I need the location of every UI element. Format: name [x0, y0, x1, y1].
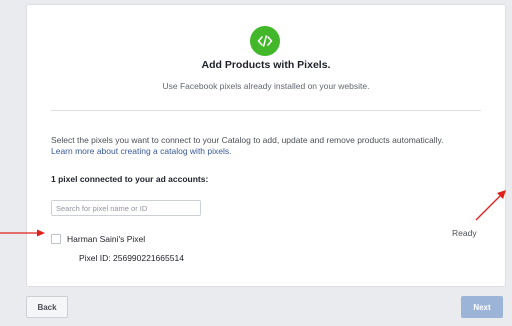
pixel-status: Ready — [452, 228, 477, 238]
connected-count: 1 pixel connected to your ad accounts: — [51, 174, 209, 184]
back-button[interactable]: Back — [26, 296, 68, 318]
pixel-name: Harman Saini's Pixel — [67, 234, 146, 244]
description-text: Select the pixels you want to connect to… — [51, 135, 444, 145]
page-title: Add Products with Pixels. — [201, 59, 331, 71]
pixel-id: Pixel ID: 256990221665514 — [79, 253, 184, 263]
setup-card: Add Products with Pixels. Use Facebook p… — [26, 4, 506, 287]
annotation-arrow-left-icon — [0, 229, 45, 237]
annotation-arrow-right-icon — [475, 190, 506, 221]
pixel-search-input[interactable] — [51, 200, 201, 216]
pixel-checkbox[interactable] — [51, 234, 61, 244]
page-subtitle: Use Facebook pixels already installed on… — [162, 81, 370, 91]
description-block: Select the pixels you want to connect to… — [51, 135, 491, 157]
divider — [51, 110, 481, 111]
learn-more-link[interactable]: Learn more about creating a catalog with… — [51, 146, 491, 157]
next-button[interactable]: Next — [461, 296, 503, 318]
code-icon — [250, 26, 280, 56]
pixel-list-item[interactable]: Harman Saini's Pixel — [51, 233, 145, 245]
